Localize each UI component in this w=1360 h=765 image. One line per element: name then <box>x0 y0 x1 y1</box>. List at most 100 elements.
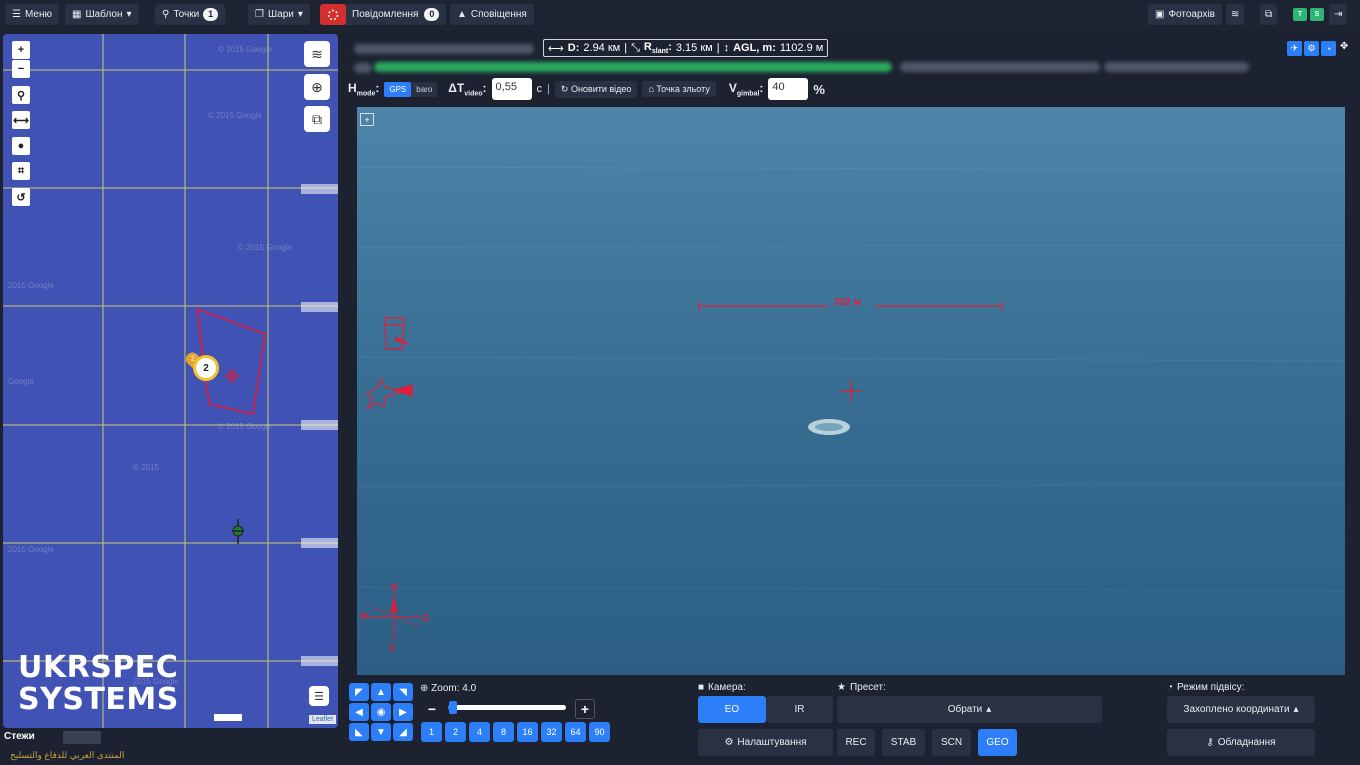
menu-button[interactable]: ☰ Меню <box>5 4 59 25</box>
zoom-preset-1[interactable]: 1 <box>421 722 442 742</box>
leaflet-attribution[interactable]: Leaflet <box>309 715 337 724</box>
track-label: Стежи <box>4 731 35 742</box>
pin-icon[interactable]: ● <box>12 137 30 155</box>
image-icon: ▣ <box>1155 9 1165 20</box>
rec-button[interactable]: REC <box>837 729 875 756</box>
map-panel[interactable]: © 2015 Google © 2015 Google © 2015 Googl… <box>3 34 338 728</box>
preset-select[interactable]: Обрати ▴ <box>837 696 1102 723</box>
equipment-button[interactable]: ⚷ Обладнання <box>1167 729 1315 756</box>
pan-up-left-button[interactable]: ◤ <box>349 683 369 701</box>
zoom-out-button[interactable]: − <box>12 60 30 78</box>
photo-archive-button[interactable]: ▣ Фотоархів <box>1148 4 1222 25</box>
hmode-label: Hmode: <box>348 80 380 98</box>
camera-ir-button[interactable]: IR <box>766 696 833 723</box>
zoom-preset-2[interactable]: 2 <box>445 722 466 742</box>
takeoff-point-label: Точка зльоту <box>656 84 710 94</box>
zoom-preset-16[interactable]: 16 <box>517 722 538 742</box>
star-icon: ★ <box>837 682 846 693</box>
gear-icon: ⚙ <box>724 737 734 748</box>
pan-up-button[interactable]: ▲ <box>371 683 391 701</box>
pan-right-button[interactable]: ▶ <box>393 703 413 721</box>
dt-input[interactable]: 0,55 <box>491 78 532 100</box>
pan-down-left-button[interactable]: ◣ <box>349 723 369 741</box>
hmode-baro-option[interactable]: baro <box>411 81 438 97</box>
distance-value: 2.94 км <box>583 42 621 54</box>
zoom-preset-32[interactable]: 32 <box>541 722 562 742</box>
settings-button[interactable]: ⚙ Налаштування <box>698 729 833 756</box>
geo-button[interactable]: GEO <box>978 729 1017 756</box>
crop-icon[interactable]: ⌗ <box>12 162 30 180</box>
template-dropdown[interactable]: ▦ Шаблон ▾ <box>65 4 139 25</box>
pan-left-button[interactable]: ◀ <box>349 703 369 721</box>
alerts-label: Сповіщення <box>470 9 527 20</box>
track-select[interactable] <box>63 731 101 744</box>
grid-icon: ▦ <box>72 9 82 20</box>
plug-icon: ⚷ <box>1206 737 1214 748</box>
legend-icon[interactable]: ☰ <box>309 686 329 706</box>
layers-icon: ❐ <box>255 9 264 20</box>
scn-button[interactable]: SCN <box>932 729 971 756</box>
hmode-toggle: GPS baro <box>384 81 438 97</box>
zoom-preset-64[interactable]: 64 <box>565 722 586 742</box>
zoom-slider-handle[interactable] <box>448 701 457 714</box>
stack-button[interactable]: ≋ <box>1226 4 1245 25</box>
layers-icon[interactable]: ≋ <box>304 41 330 67</box>
compass-w-label: W <box>360 611 369 621</box>
caret-up-icon: ▴ <box>986 704 992 715</box>
marker-cluster[interactable]: 2 <box>193 355 219 381</box>
points-button[interactable]: ⚲ Точки 1 <box>155 4 226 25</box>
messages-label: Повідомлення <box>352 9 419 20</box>
pan-up-right-button[interactable]: ◥ <box>393 683 413 701</box>
refresh-video-button[interactable]: ↻ Оновити відео <box>554 80 638 98</box>
target-crosshair-icon <box>224 368 240 384</box>
caret-down-icon: ▾ <box>126 9 132 20</box>
dt-label: ΔTvideo: <box>448 80 487 98</box>
search-icon[interactable]: ⚲ <box>12 86 30 104</box>
zoom-preset-4[interactable]: 4 <box>469 722 490 742</box>
layers-dropdown[interactable]: ❐ Шари ▾ <box>248 4 310 25</box>
pan-down-button[interactable]: ▼ <box>371 723 391 741</box>
takeoff-point-button[interactable]: ⌂ Точка зльоту <box>642 81 716 97</box>
zoom-preset-90[interactable]: 90 <box>589 722 610 742</box>
dt-unit: с <box>536 83 543 95</box>
copy-icon[interactable]: ⧉ <box>304 106 330 132</box>
scale-bar <box>214 714 242 721</box>
measure-icon[interactable]: ⟷ <box>12 111 30 129</box>
refresh-icon: ↻ <box>560 83 569 94</box>
zoom-in-button[interactable]: + <box>575 699 595 719</box>
logout-icon: ⇥ <box>1334 9 1343 20</box>
svg-text:© 2015: © 2015 <box>133 463 159 472</box>
telemetry-row: ⟷ D: 2.94 км | ⤡ Rslant: 3.15 км | ↕ AGL… <box>344 36 1357 58</box>
zoom-in-button[interactable]: + <box>12 41 30 59</box>
zoom-slider[interactable] <box>448 701 566 714</box>
agl-value: 1102.9 м <box>779 42 824 54</box>
alerts-button[interactable]: ▲ Сповіщення <box>450 4 534 25</box>
map-pin-icon: ⚲ <box>162 9 170 20</box>
gimbal-mode-select[interactable]: Захоплено координати ▴ <box>1167 696 1315 723</box>
hmode-gps-option[interactable]: GPS <box>384 81 412 97</box>
video-feed[interactable]: 332 м N S E W + <box>357 107 1345 675</box>
dashboard-icon[interactable]: ◔ <box>1321 41 1336 56</box>
camera-icon[interactable]: ◉ <box>371 703 391 721</box>
gear-icon[interactable]: ⚙ <box>1304 41 1319 56</box>
camera-label: ■ Камера: <box>698 682 746 693</box>
move-icon[interactable]: ✥ <box>1340 41 1348 52</box>
zoom-out-button[interactable]: − <box>422 699 442 719</box>
messages-button[interactable]: Повідомлення 0 <box>320 4 447 25</box>
compass-icon <box>367 590 421 642</box>
expand-video-button[interactable]: + <box>360 113 374 126</box>
stab-button[interactable]: STAB <box>882 729 925 756</box>
menu-label: Меню <box>24 9 52 20</box>
logout-button[interactable]: ⇥ <box>1329 4 1348 25</box>
pan-down-right-button[interactable]: ◢ <box>393 723 413 741</box>
reset-icon[interactable]: ↺ <box>12 188 30 206</box>
globe-icon[interactable]: ⊕ <box>304 74 330 100</box>
camera-eo-button[interactable]: EO <box>698 696 766 723</box>
windows-button[interactable]: ⧉ <box>1260 4 1278 25</box>
video-camera-icon: ■ <box>698 682 705 693</box>
spinner-icon <box>327 9 339 20</box>
drone-mode-icon[interactable]: ✈ <box>1287 41 1302 56</box>
zoom-preset-8[interactable]: 8 <box>493 722 514 742</box>
vgimbal-input[interactable]: 40 <box>768 78 809 100</box>
warning-icon: ▲ <box>457 9 467 20</box>
